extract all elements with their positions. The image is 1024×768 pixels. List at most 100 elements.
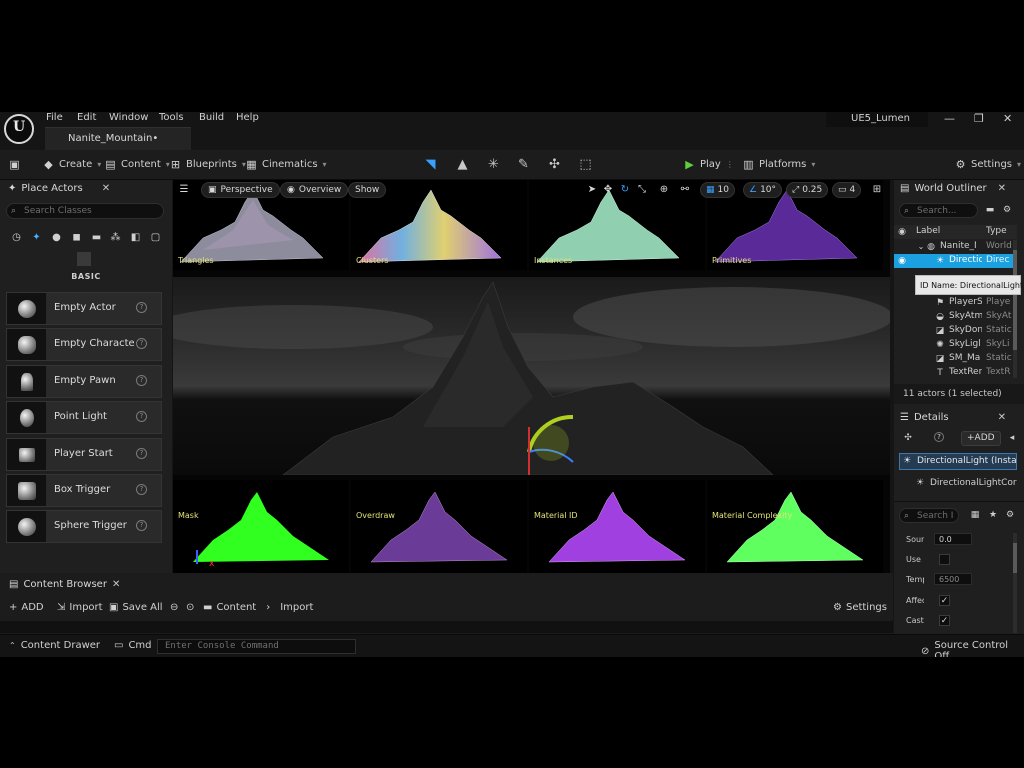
outliner-scrollbar-thumb[interactable] bbox=[1013, 250, 1017, 350]
select-mode-icon[interactable]: ◥ bbox=[422, 156, 439, 173]
property-checkbox[interactable]: ✓ bbox=[939, 595, 950, 606]
close-window-button[interactable]: ✕ bbox=[1003, 112, 1012, 125]
close-icon[interactable]: ✕ bbox=[998, 183, 1006, 194]
folder-icon[interactable]: ▬ bbox=[984, 204, 996, 216]
shapes-icon[interactable]: ◼ bbox=[69, 230, 84, 245]
table-view-icon[interactable]: ▦ bbox=[969, 509, 981, 521]
help-icon[interactable]: ? bbox=[136, 411, 147, 422]
column-type[interactable]: Type bbox=[986, 226, 1014, 236]
actor-item-box-trigger[interactable]: Box Trigger? bbox=[6, 474, 162, 507]
outliner-search-input[interactable]: ⌕ Search... bbox=[899, 203, 978, 218]
actor-item-player-start[interactable]: Player Start? bbox=[6, 438, 162, 471]
content-browser-tab[interactable]: ▤ Content Browser ✕ bbox=[9, 576, 120, 592]
actor-item-sphere-trigger[interactable]: Sphere Trigger? bbox=[6, 510, 162, 543]
platforms-button[interactable]: ▥ Platforms ▾ bbox=[742, 156, 815, 173]
create-button[interactable]: ◆ Create ▾ bbox=[42, 156, 101, 173]
surface-snap-icon[interactable]: ⚯ bbox=[678, 183, 692, 197]
history-forward-button[interactable]: ⊙ bbox=[186, 599, 194, 615]
grid-snap-button[interactable]: ▦ 10 bbox=[700, 182, 735, 198]
property-checkbox[interactable] bbox=[939, 554, 950, 565]
content-button[interactable]: ▤ Content ▾ bbox=[104, 156, 170, 173]
property-checkbox[interactable]: ✓ bbox=[939, 615, 950, 626]
camera-speed-button[interactable]: ▭ 4 bbox=[832, 182, 862, 198]
rotate-tool-icon[interactable]: ↻ bbox=[618, 183, 632, 197]
source-control-button[interactable]: ⊘ Source Control Off bbox=[921, 640, 1024, 657]
maximize-button[interactable]: ❐ bbox=[974, 112, 984, 125]
outliner-row[interactable]: ⌄ ◍ Nanite_M World bbox=[894, 240, 1017, 254]
menu-window[interactable]: Window bbox=[109, 112, 148, 126]
show-button[interactable]: Show bbox=[348, 182, 387, 198]
help-icon[interactable]: ? bbox=[934, 432, 944, 442]
visual-effects-icon[interactable]: ⁂ bbox=[108, 230, 123, 245]
menu-edit[interactable]: Edit bbox=[77, 112, 96, 126]
kebab-menu-icon[interactable]: ⋮ bbox=[726, 160, 734, 169]
settings-button[interactable]: ⚙ Settings ▾ bbox=[954, 156, 1021, 173]
component-row[interactable]: ☀ DirectionalLightCor bbox=[916, 478, 1019, 493]
outliner-row-selected[interactable]: ◉ ☀ Directic Direc bbox=[894, 254, 1017, 268]
add-component-button[interactable]: +ADD bbox=[961, 431, 1001, 446]
cinematic-icon[interactable]: ▬ bbox=[89, 230, 104, 245]
close-icon[interactable]: ✕ bbox=[112, 579, 120, 590]
eye-icon[interactable]: ◉ bbox=[896, 226, 908, 238]
help-icon[interactable]: ? bbox=[136, 448, 147, 459]
details-scrollbar-thumb[interactable] bbox=[1013, 543, 1017, 573]
perspective-button[interactable]: ▣ Perspective bbox=[201, 182, 280, 198]
actor-item-empty-character[interactable]: Empty Characte? bbox=[6, 328, 162, 361]
breadcrumb-import[interactable]: Import bbox=[280, 602, 313, 613]
menu-tools[interactable]: Tools bbox=[159, 112, 184, 126]
level-viewport[interactable]: Triangles Clusters Instances Primitives … bbox=[173, 180, 890, 573]
layout-icon[interactable]: ⊞ bbox=[870, 183, 884, 197]
world-outliner-tab[interactable]: ▤ World Outliner ✕ bbox=[900, 180, 1006, 196]
paint-mode-icon[interactable]: ✎ bbox=[515, 156, 532, 173]
actor-item-empty-actor[interactable]: Empty Actor? bbox=[6, 292, 162, 325]
place-actors-tab[interactable]: ✦ Place Actors ✕ bbox=[8, 180, 110, 196]
outliner-scrollbar[interactable] bbox=[1013, 240, 1017, 378]
console-input[interactable]: Enter Console Command bbox=[157, 639, 356, 654]
scale-tool-icon[interactable]: ⤡ bbox=[635, 183, 649, 197]
all-classes-icon[interactable]: ▢ bbox=[148, 230, 163, 245]
help-icon[interactable]: ? bbox=[136, 520, 147, 531]
help-icon[interactable]: ? bbox=[136, 375, 147, 386]
blueprints-button[interactable]: ⊞ Blueprints ▾ bbox=[169, 156, 246, 173]
property-value-input[interactable]: 0.0 bbox=[934, 533, 972, 545]
actor-item-point-light[interactable]: Point Light? bbox=[6, 401, 162, 434]
content-drawer-button[interactable]: ⌃ Content Drawer bbox=[9, 640, 100, 651]
menu-help[interactable]: Help bbox=[236, 112, 259, 126]
minimize-button[interactable]: — bbox=[944, 112, 955, 125]
close-icon[interactable]: ✕ bbox=[102, 183, 110, 194]
rotation-snap-button[interactable]: ∠ 10° bbox=[743, 182, 783, 198]
basic-icon[interactable]: ✦ bbox=[29, 230, 44, 245]
level-tab[interactable]: Nanite_Mountain• bbox=[45, 127, 191, 150]
cb-add-button[interactable]: + ADD bbox=[9, 599, 44, 615]
help-icon[interactable]: ? bbox=[136, 302, 147, 313]
details-tab[interactable]: ☰ Details ✕ bbox=[900, 409, 1006, 425]
outliner-row[interactable]: T TextRer TextR bbox=[894, 366, 1017, 380]
menu-build[interactable]: Build bbox=[199, 112, 224, 126]
landscape-mode-icon[interactable]: ▲ bbox=[454, 156, 471, 173]
close-icon[interactable]: ✕ bbox=[998, 412, 1006, 423]
lights-icon[interactable]: ● bbox=[49, 230, 64, 245]
save-all-button[interactable]: ▣ Save All bbox=[109, 599, 163, 615]
outliner-row[interactable]: ◪ SkyDon Static bbox=[894, 324, 1017, 338]
search-classes-input[interactable]: ⌕ Search Classes bbox=[6, 203, 164, 219]
import-button[interactable]: ⇲ Import bbox=[57, 599, 103, 615]
save-button[interactable]: ▣ bbox=[8, 156, 21, 173]
hamburger-menu-icon[interactable]: ☰ bbox=[177, 183, 191, 197]
scale-snap-button[interactable]: ⤢ 0.25 bbox=[786, 182, 829, 198]
foliage-mode-icon[interactable]: ✳ bbox=[485, 156, 502, 173]
column-label[interactable]: Label bbox=[916, 226, 952, 236]
cb-settings-button[interactable]: ⚙ Settings bbox=[833, 599, 887, 615]
actor-item-empty-pawn[interactable]: Empty Pawn? bbox=[6, 365, 162, 398]
property-value-input[interactable]: 6500 bbox=[934, 573, 972, 585]
star-icon[interactable]: ★ bbox=[987, 509, 999, 521]
play-button[interactable]: ▶ Play ⋮ bbox=[683, 156, 734, 173]
modeling-mode-icon[interactable]: ⬚ bbox=[577, 156, 594, 173]
details-search-input[interactable]: ⌕ Search I bbox=[899, 508, 959, 523]
eye-icon[interactable]: ◉ bbox=[896, 255, 908, 267]
overview-button[interactable]: ◉ Overview bbox=[280, 182, 349, 198]
blueprint-icon[interactable]: ◂ bbox=[1006, 432, 1018, 444]
outliner-row[interactable]: ◒ SkyAtm SkyAt bbox=[894, 310, 1017, 324]
help-icon[interactable]: ? bbox=[136, 338, 147, 349]
history-back-button[interactable]: ⊖ bbox=[170, 599, 178, 615]
gear-icon[interactable]: ⚙ bbox=[1004, 509, 1016, 521]
